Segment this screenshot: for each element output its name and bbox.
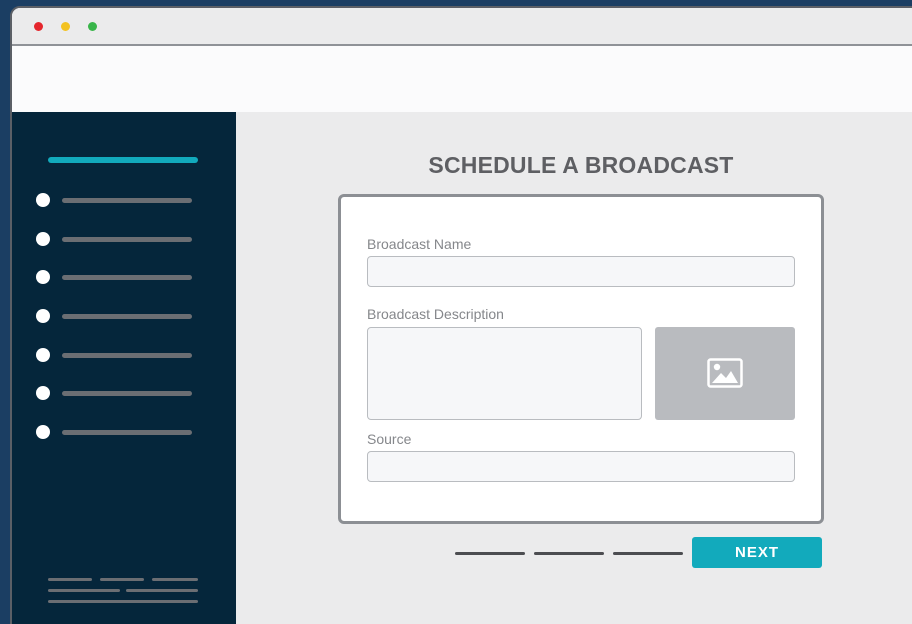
bullet-icon [36, 386, 50, 400]
sidebar-item[interactable] [36, 309, 196, 323]
broadcast-name-label: Broadcast Name [367, 236, 472, 252]
broadcast-description-label: Broadcast Description [367, 306, 504, 322]
sidebar-item[interactable] [36, 270, 196, 284]
bullet-icon [36, 193, 50, 207]
sidebar-item-placeholder [62, 198, 192, 203]
step-indicator [534, 552, 604, 555]
sidebar-footer-line [100, 578, 144, 581]
bullet-icon [36, 270, 50, 284]
close-window-button[interactable] [34, 22, 43, 31]
bullet-icon [36, 348, 50, 362]
image-upload[interactable] [655, 327, 795, 420]
title-bar [12, 8, 912, 46]
source-input[interactable] [367, 451, 795, 482]
bullet-icon [36, 425, 50, 439]
sidebar-item[interactable] [36, 348, 196, 362]
broadcast-form: Broadcast Name Broadcast Description Sou… [338, 194, 824, 524]
broadcast-description-input[interactable] [367, 327, 642, 420]
sidebar [12, 112, 236, 624]
image-icon [707, 358, 743, 388]
address-bar [12, 46, 912, 112]
sidebar-footer-line [48, 600, 198, 603]
bullet-icon [36, 232, 50, 246]
sidebar-item[interactable] [36, 425, 196, 439]
page-title: SCHEDULE A BROADCAST [428, 152, 734, 178]
sidebar-item[interactable] [36, 193, 196, 207]
sidebar-item-placeholder [62, 353, 192, 358]
sidebar-item[interactable] [36, 386, 196, 400]
step-indicator [613, 552, 683, 555]
step-indicator [455, 552, 525, 555]
sidebar-active-indicator [48, 157, 198, 163]
maximize-window-button[interactable] [88, 22, 97, 31]
sidebar-item-placeholder [62, 237, 192, 242]
bullet-icon [36, 309, 50, 323]
sidebar-footer-line [152, 578, 198, 581]
broadcast-name-input[interactable] [367, 256, 795, 287]
sidebar-item-placeholder [62, 430, 192, 435]
sidebar-footer-line [48, 578, 92, 581]
next-button[interactable]: NEXT [692, 537, 822, 568]
sidebar-footer-line [126, 589, 198, 592]
minimize-window-button[interactable] [61, 22, 70, 31]
source-label: Source [367, 431, 412, 447]
sidebar-item[interactable] [36, 232, 196, 246]
sidebar-footer-line [48, 589, 120, 592]
sidebar-item-placeholder [62, 275, 192, 280]
app-window: SCHEDULE A BROADCAST Broadcast Name Broa… [10, 6, 912, 624]
sidebar-item-placeholder [62, 391, 192, 396]
main-content: SCHEDULE A BROADCAST Broadcast Name Broa… [236, 112, 912, 624]
sidebar-item-placeholder [62, 314, 192, 319]
